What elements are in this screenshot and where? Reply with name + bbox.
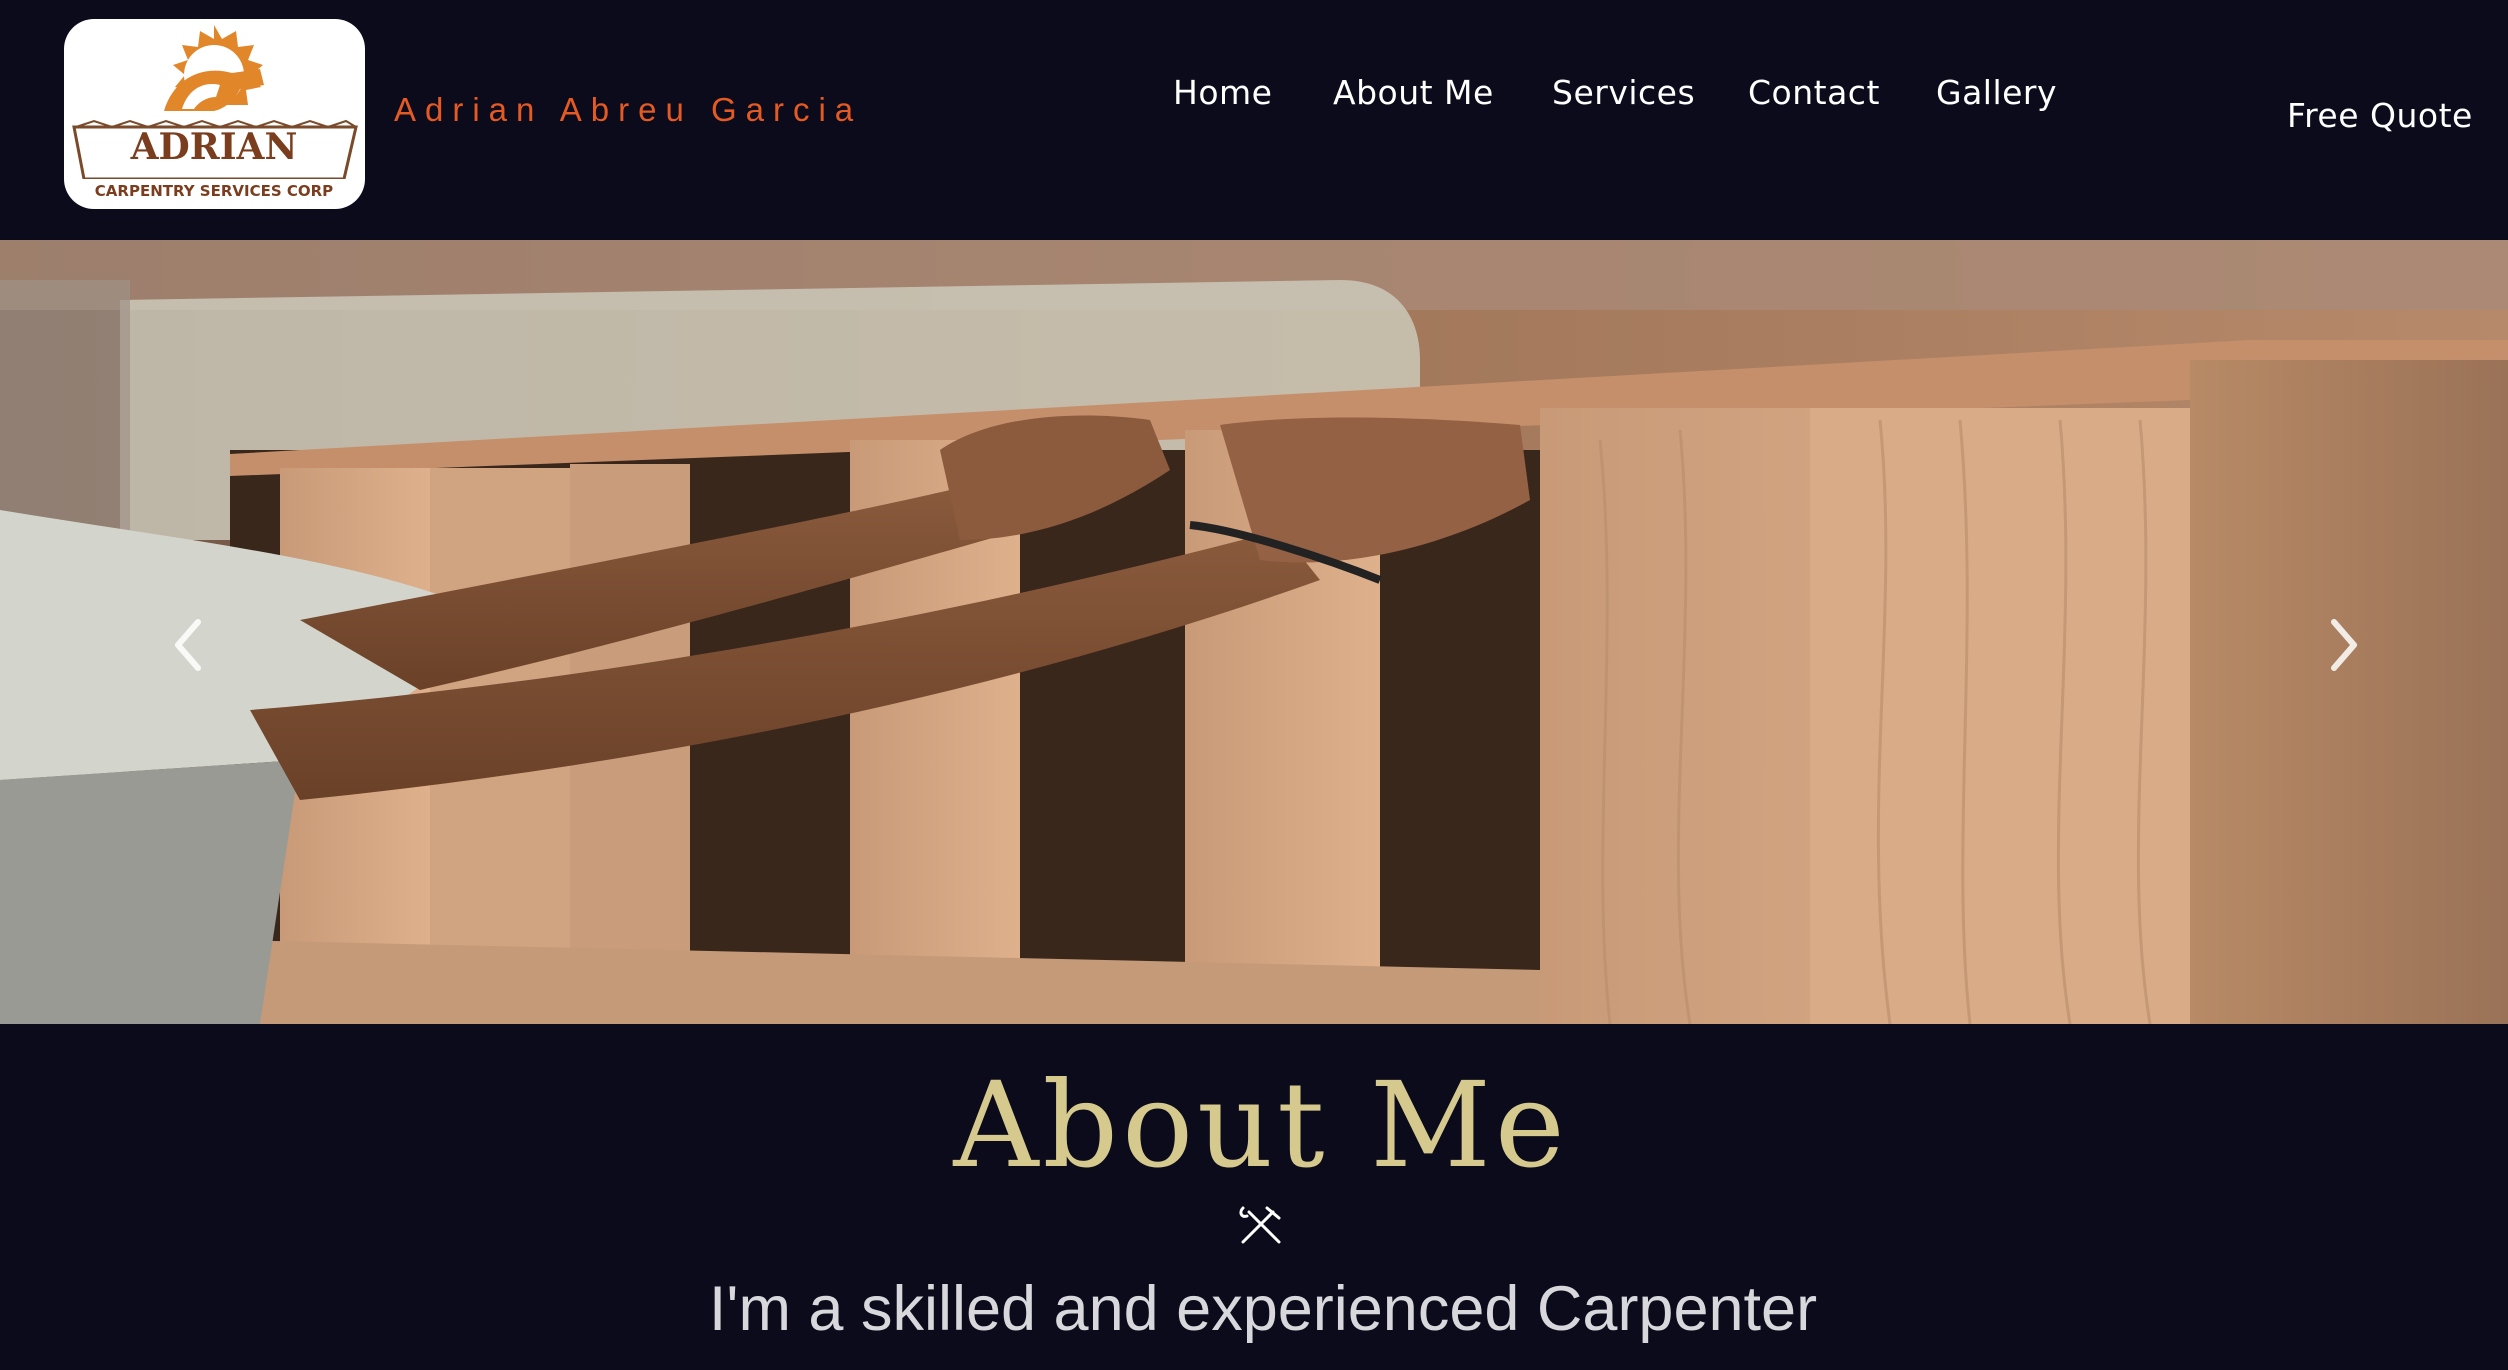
nav-services[interactable]: Services [1552,73,1695,112]
logo-tagline: CARPENTRY SERVICES CORP [95,182,333,200]
chevron-right-icon [2331,619,2357,671]
about-title: About Me [953,1056,1569,1194]
hero-carousel [0,240,2508,1024]
hero-image [0,240,2508,1024]
chevron-left-icon [175,619,201,671]
logo-graphic: ADRIAN CARPENTRY SERVICES CORP [72,25,358,201]
about-section: About Me I'm a skilled and experienced C… [0,1024,2508,1370]
free-quote-button[interactable]: Free Quote [2287,96,2473,135]
about-subtitle: I'm a skilled and experienced Carpenter [708,1274,1818,1344]
nav-about-me[interactable]: About Me [1333,73,1494,112]
nav-home[interactable]: Home [1173,73,1272,112]
carousel-next-button[interactable] [2314,610,2374,680]
logo-name: ADRIAN [130,126,298,168]
site-header: ADRIAN CARPENTRY SERVICES CORP Adrian Ab… [0,0,2508,240]
nav-contact[interactable]: Contact [1748,73,1880,112]
carousel-prev-button[interactable] [158,610,218,680]
hammer-wrench-icon [1239,1206,1281,1244]
nav-gallery[interactable]: Gallery [1936,73,2057,112]
brand-name[interactable]: Adrian Abreu Garcia [394,91,862,129]
logo[interactable]: ADRIAN CARPENTRY SERVICES CORP [64,19,365,209]
